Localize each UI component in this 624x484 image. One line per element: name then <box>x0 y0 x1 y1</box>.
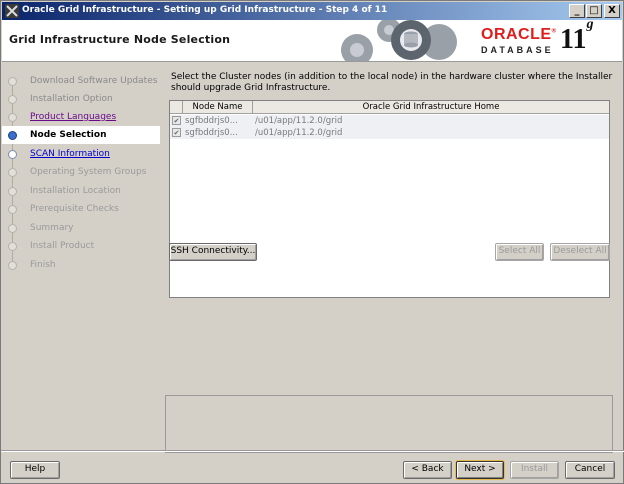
table-row[interactable]: ✔ sgfbddrjs0... /u01/app/11.2.0/grid <box>170 115 609 127</box>
step-dot-icon <box>8 95 17 104</box>
step-dot-icon <box>8 261 17 270</box>
step-dot-icon <box>8 187 17 196</box>
close-button[interactable]: X <box>604 4 620 18</box>
step-navigator: Download Software Updates Installation O… <box>2 63 160 448</box>
step-node-selection[interactable]: Node Selection <box>2 126 160 144</box>
node-checkbox[interactable]: ✔ <box>172 128 181 137</box>
page-title: Grid Infrastructure Node Selection <box>9 33 231 46</box>
step-prerequisite-checks: Prerequisite Checks <box>2 200 160 218</box>
maximize-button[interactable]: □ <box>586 4 602 18</box>
table-row[interactable]: ✔ sgfbddrjs0... /u01/app/11.2.0/grid <box>170 127 609 139</box>
step-dot-icon <box>8 77 17 86</box>
step-operating-system-groups: Operating System Groups <box>2 163 160 181</box>
grid-home-cell: /u01/app/11.2.0/grid <box>255 128 343 138</box>
content-panel: Select the Cluster nodes (in addition to… <box>161 63 621 453</box>
oracle-wordmark: ORACLE® <box>481 26 557 43</box>
step-finish: Finish <box>2 256 160 274</box>
grid-home-cell: /u01/app/11.2.0/grid <box>255 116 343 126</box>
deselect-all-button[interactable]: Deselect All <box>550 243 610 261</box>
minimize-button[interactable]: _ <box>569 4 585 18</box>
step-dot-icon <box>8 113 17 122</box>
database-wordmark: DATABASE <box>481 45 554 55</box>
back-button[interactable]: < Back <box>403 461 452 479</box>
column-header-grid-home[interactable]: Oracle Grid Infrastructure Home <box>253 102 609 112</box>
footer-divider <box>1 450 624 451</box>
oracle-app-icon <box>5 4 19 18</box>
install-button[interactable]: Install <box>510 461 559 479</box>
version-mark: 11g <box>560 20 594 55</box>
step-dot-icon <box>8 224 17 233</box>
ssh-connectivity-button[interactable]: SSH Connectivity... <box>169 243 257 261</box>
step-installation-option: Installation Option <box>2 90 160 108</box>
installer-window: Oracle Grid Infrastructure - Setting up … <box>0 0 624 484</box>
current-step-icon <box>8 131 17 140</box>
node-checkbox[interactable]: ✔ <box>172 116 181 125</box>
select-all-button[interactable]: Select All <box>495 243 544 261</box>
gears-graphic-icon <box>341 20 457 61</box>
step-dot-icon <box>8 150 17 159</box>
title-bar[interactable]: Oracle Grid Infrastructure - Setting up … <box>2 2 622 20</box>
cluster-nodes-table[interactable]: Node Name Oracle Grid Infrastructure Hom… <box>169 100 610 298</box>
step-product-languages[interactable]: Product Languages <box>2 108 160 126</box>
table-header: Node Name Oracle Grid Infrastructure Hom… <box>170 101 609 114</box>
page-header: Grid Infrastructure Node Selection ORACL… <box>2 20 622 62</box>
cancel-button[interactable]: Cancel <box>565 461 615 479</box>
help-button[interactable]: Help <box>10 461 60 479</box>
step-dot-icon <box>8 205 17 214</box>
node-name-cell: sgfbddrjs0... <box>185 116 238 126</box>
window-title: Oracle Grid Infrastructure - Setting up … <box>22 5 388 15</box>
step-installation-location: Installation Location <box>2 182 160 200</box>
instructions-text: Select the Cluster nodes (in addition to… <box>171 72 613 93</box>
step-scan-information[interactable]: SCAN Information <box>2 145 160 163</box>
column-header-node-name[interactable]: Node Name <box>183 102 252 112</box>
message-pane <box>165 395 613 453</box>
step-dot-icon <box>8 168 17 177</box>
step-download-software-updates: Download Software Updates <box>2 72 160 90</box>
oracle-database-logo: ORACLE® DATABASE 11g <box>476 20 616 58</box>
next-button[interactable]: Next > <box>456 461 504 479</box>
step-dot-icon <box>8 242 17 251</box>
node-name-cell: sgfbddrjs0... <box>185 128 238 138</box>
step-summary: Summary <box>2 219 160 237</box>
step-install-product: Install Product <box>2 237 160 255</box>
